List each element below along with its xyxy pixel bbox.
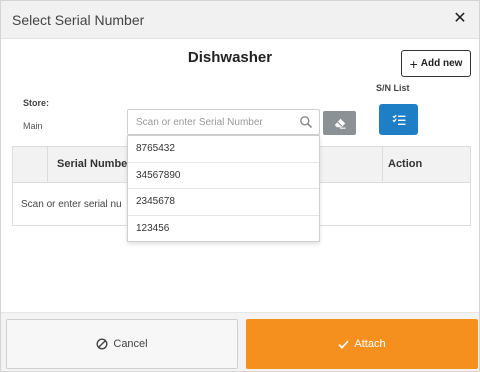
dialog-footer: Cancel Attach (1, 312, 479, 371)
serial-suggestion-list: 8765432 34567890 2345678 123456 (127, 135, 320, 242)
add-new-button[interactable]: + Add new (401, 50, 471, 77)
sn-list-button[interactable] (379, 104, 418, 135)
select-column (13, 147, 48, 183)
suggestion-item[interactable]: 34567890 (128, 163, 319, 189)
attach-label: Attach (354, 338, 386, 350)
attach-button[interactable]: Attach (246, 319, 478, 369)
product-name: Dishwasher (187, 49, 273, 66)
list-check-icon (392, 114, 405, 125)
empty-table-message: Scan or enter serial nu (21, 199, 122, 210)
serial-search-field[interactable] (127, 109, 320, 135)
store-value: Main (23, 121, 43, 131)
sn-list-label: S/N List (376, 83, 410, 93)
search-icon[interactable] (299, 115, 313, 129)
column-divider (382, 147, 383, 183)
store-label: Store: (23, 98, 50, 108)
plus-icon: + (409, 55, 418, 72)
check-icon (338, 340, 350, 349)
clear-search-button[interactable] (323, 111, 356, 135)
serial-number-dialog: Select Serial Number ✕ Dishwasher + Add … (0, 0, 480, 372)
cancel-button[interactable]: Cancel (6, 319, 238, 369)
suggestion-item[interactable]: 123456 (128, 216, 319, 243)
eraser-icon (334, 118, 345, 129)
column-action: Action (388, 158, 423, 170)
cancel-circle-icon (96, 338, 108, 350)
close-icon[interactable]: ✕ (451, 9, 469, 29)
cancel-label: Cancel (113, 338, 148, 350)
column-serial-number: Serial Number (57, 158, 132, 170)
suggestion-item[interactable]: 8765432 (128, 136, 319, 163)
serial-search-input[interactable] (128, 110, 293, 134)
suggestion-item[interactable]: 2345678 (128, 189, 319, 216)
add-new-label: Add new (420, 58, 463, 69)
dialog-title: Select Serial Number (12, 12, 145, 28)
dialog-titlebar: Select Serial Number ✕ (1, 1, 479, 39)
